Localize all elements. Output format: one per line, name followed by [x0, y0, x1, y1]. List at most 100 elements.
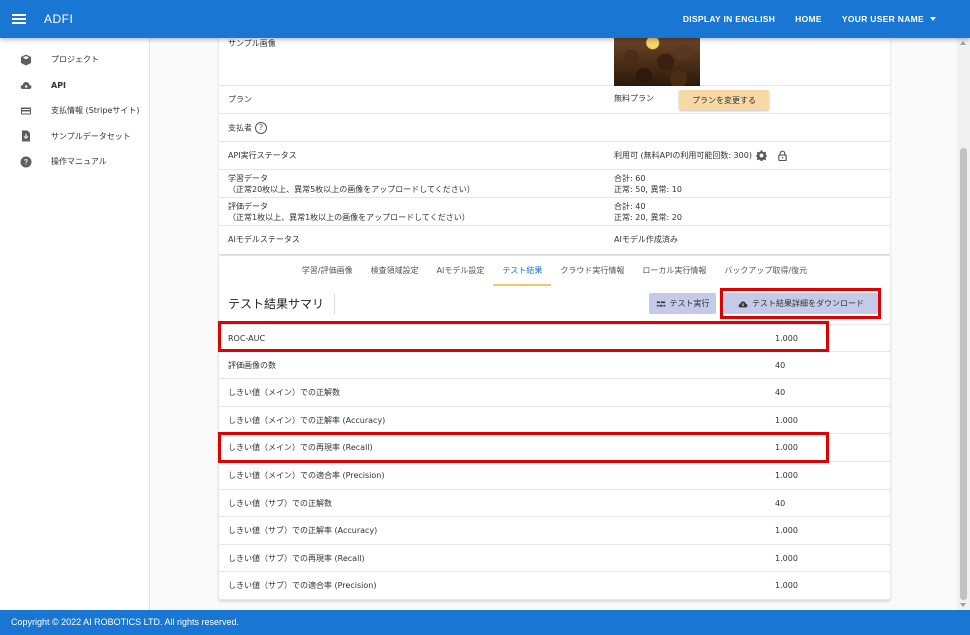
- menu-icon[interactable]: [12, 12, 26, 26]
- evaluation-total: 合計: 40: [614, 202, 646, 211]
- training-data-row: 学習データ （正常20枚以上、異常5枚以上の画像をアップロードしてください） 合計…: [219, 170, 890, 198]
- training-data-value: 合計: 60 正常: 50, 異常: 10: [614, 173, 682, 195]
- tab-bar: 学習/評価画像 検査領域設定 AIモデル設定 テスト結果 クラウド実行情報 ロー…: [219, 256, 890, 286]
- metric-row-sub-correct: しきい値（サブ）での正解数 40: [219, 490, 890, 518]
- evaluation-data-title: 評価データ: [228, 202, 268, 211]
- sidebar-item-manual[interactable]: 操作マニュアル: [0, 149, 149, 175]
- metric-label: しきい値（サブ）での適合率 (Precision): [228, 581, 377, 591]
- evaluation-data-value: 合計: 40 正常: 20, 異常: 20: [614, 201, 682, 223]
- plan-row: プラン 無料プラン プランを変更する: [219, 86, 890, 114]
- metric-value: 1.000: [775, 334, 798, 343]
- metric-value: 1.000: [775, 415, 798, 425]
- help-icon: [19, 155, 33, 169]
- api-status-row: API実行ステータス 利用可 (無料APIの利用可能回数: 300): [219, 142, 890, 170]
- cloud-gear-icon: [19, 78, 33, 92]
- model-status-label: AIモデルステータス: [228, 235, 300, 244]
- run-test-button[interactable]: テスト実行: [649, 293, 716, 314]
- payer-label: 支払者: [228, 123, 252, 133]
- test-summary-title: テスト結果サマリ: [228, 293, 336, 315]
- training-breakdown: 正常: 50, 異常: 10: [614, 185, 682, 194]
- metric-row-eval-count: 評価画像の数 40: [219, 352, 890, 380]
- home-link[interactable]: HOME: [795, 14, 822, 24]
- plan-link[interactable]: 無料プラン: [614, 93, 654, 104]
- metric-row-main-correct: しきい値（メイン）での正解数 40: [219, 379, 890, 407]
- metric-label: ROC-AUC: [228, 334, 266, 343]
- credit-card-icon: [19, 104, 33, 118]
- sidebar-item-label: 支払情報 (Stripeサイト): [51, 106, 140, 116]
- sidebar-item-billing[interactable]: 支払情報 (Stripeサイト): [0, 98, 149, 124]
- training-data-hint: （正常20枚以上、異常5枚以上の画像をアップロードしてください）: [228, 185, 475, 194]
- metric-value: 1.000: [775, 581, 798, 591]
- metric-label: しきい値（メイン）での適合率 (Precision): [228, 470, 385, 480]
- metric-value: 1.000: [775, 553, 798, 563]
- training-data-title: 学習データ: [228, 174, 268, 183]
- display-english-link[interactable]: DISPLAY IN ENGLISH: [683, 14, 775, 24]
- model-status-row: AIモデルステータス AIモデル作成済み: [219, 226, 890, 254]
- download-file-icon: [19, 129, 33, 143]
- lock-icon[interactable]: [777, 150, 788, 162]
- sidebar-item-sample-dataset[interactable]: サンプルデータセット: [0, 124, 149, 150]
- download-details-button[interactable]: テスト結果詳細をダウンロード: [724, 293, 878, 314]
- metric-label: しきい値（サブ）での正解数: [228, 498, 332, 508]
- metric-value: 40: [775, 388, 786, 398]
- scroll-down-icon[interactable]: [960, 603, 966, 607]
- training-total: 合計: 60: [614, 174, 646, 183]
- payer-row: 支払者?: [219, 114, 890, 142]
- page-scrollbar[interactable]: [957, 38, 970, 610]
- evaluation-data-row: 評価データ （正常1枚以上、異常1枚以上の画像をアップロードしてください） 合計:…: [219, 198, 890, 226]
- tab-local-execution[interactable]: ローカル実行情報: [633, 256, 715, 286]
- evaluation-data-label: 評価データ （正常1枚以上、異常1枚以上の画像をアップロードしてください）: [228, 201, 470, 223]
- copyright-text: Copyright © 2022 AI ROBOTICS LTD. All ri…: [11, 617, 240, 627]
- change-plan-button[interactable]: プランを変更する: [679, 90, 769, 110]
- sample-image: [614, 38, 700, 86]
- download-details-label: テスト結果詳細をダウンロード: [752, 299, 864, 308]
- evaluation-data-hint: （正常1枚以上、異常1枚以上の画像をアップロードしてください）: [228, 213, 470, 222]
- sample-image-label: サンプル画像: [228, 39, 276, 48]
- metric-row-main-precision: しきい値（メイン）での適合率 (Precision) 1.000: [219, 462, 890, 490]
- caret-down-icon: [930, 17, 936, 21]
- metric-label: しきい値（メイン）での正解率 (Accuracy): [228, 415, 386, 425]
- app-title[interactable]: ADFI: [44, 12, 73, 26]
- metric-row-main-recall: しきい値（メイン）での再現率 (Recall) 1.000: [219, 434, 890, 462]
- user-menu[interactable]: YOUR USER NAME: [842, 14, 936, 24]
- plan-label: プラン: [228, 95, 252, 104]
- sidebar-item-label: サンプルデータセット: [51, 131, 131, 141]
- sidebar-item-label: プロジェクト: [51, 55, 99, 65]
- api-status-value: 利用可 (無料APIの利用可能回数: 300): [614, 151, 752, 160]
- cube-icon: [19, 53, 33, 67]
- question-icon[interactable]: ?: [255, 122, 267, 134]
- tab-ai-model-settings[interactable]: AIモデル設定: [428, 256, 494, 286]
- user-name: YOUR USER NAME: [841, 14, 924, 24]
- tab-backup-restore[interactable]: バックアップ取得/復元: [715, 256, 816, 286]
- sidebar-item-label: 操作マニュアル: [51, 157, 107, 167]
- footer: Copyright © 2022 AI ROBOTICS LTD. All ri…: [0, 610, 970, 635]
- metric-row-main-accuracy: しきい値（メイン）での正解率 (Accuracy) 1.000: [219, 407, 890, 435]
- tab-training-evaluation-images[interactable]: 学習/評価画像: [293, 256, 362, 286]
- tab-cloud-execution[interactable]: クラウド実行情報: [551, 256, 633, 286]
- sidebar-item-project[interactable]: プロジェクト: [0, 47, 149, 73]
- training-data-label: 学習データ （正常20枚以上、異常5枚以上の画像をアップロードしてください）: [228, 173, 475, 195]
- payer-label-wrap: 支払者?: [228, 122, 267, 134]
- metric-value: 1.000: [775, 443, 798, 453]
- model-status-value: AIモデル作成済み: [614, 235, 678, 244]
- test-results-card: 学習/評価画像 検査領域設定 AIモデル設定 テスト結果 クラウド実行情報 ロー…: [219, 256, 890, 600]
- sidebar: プロジェクト API 支払情報 (Stripeサイト) サンプルデータセット 操…: [0, 38, 150, 610]
- scroll-up-icon[interactable]: [960, 41, 966, 45]
- metric-label: 評価画像の数: [228, 360, 276, 370]
- metric-label: しきい値（メイン）での正解数: [228, 388, 340, 398]
- metric-row-sub-accuracy: しきい値（サブ）での正解率 (Accuracy) 1.000: [219, 517, 890, 545]
- tab-test-results[interactable]: テスト結果: [493, 256, 552, 286]
- test-run-icon: [656, 301, 665, 306]
- gear-icon[interactable]: [756, 150, 767, 161]
- scrollbar-thumb[interactable]: [960, 148, 967, 600]
- cloud-download-icon: [738, 301, 748, 307]
- sample-image-row: サンプル画像: [219, 38, 890, 86]
- metric-row-sub-precision: しきい値（サブ）での適合率 (Precision) 1.000: [219, 572, 890, 600]
- sidebar-item-api[interactable]: API: [0, 73, 149, 99]
- top-nav: DISPLAY IN ENGLISH HOME YOUR USER NAME: [683, 0, 970, 38]
- metric-value: 1.000: [775, 470, 798, 480]
- tab-inspection-area[interactable]: 検査領域設定: [362, 256, 428, 286]
- run-test-label: テスト実行: [669, 299, 710, 308]
- evaluation-breakdown: 正常: 20, 異常: 20: [614, 213, 682, 222]
- metrics-table: ROC-AUC 1.000 評価画像の数 40 しきい値（メイン）での正解数 40 し…: [219, 324, 890, 600]
